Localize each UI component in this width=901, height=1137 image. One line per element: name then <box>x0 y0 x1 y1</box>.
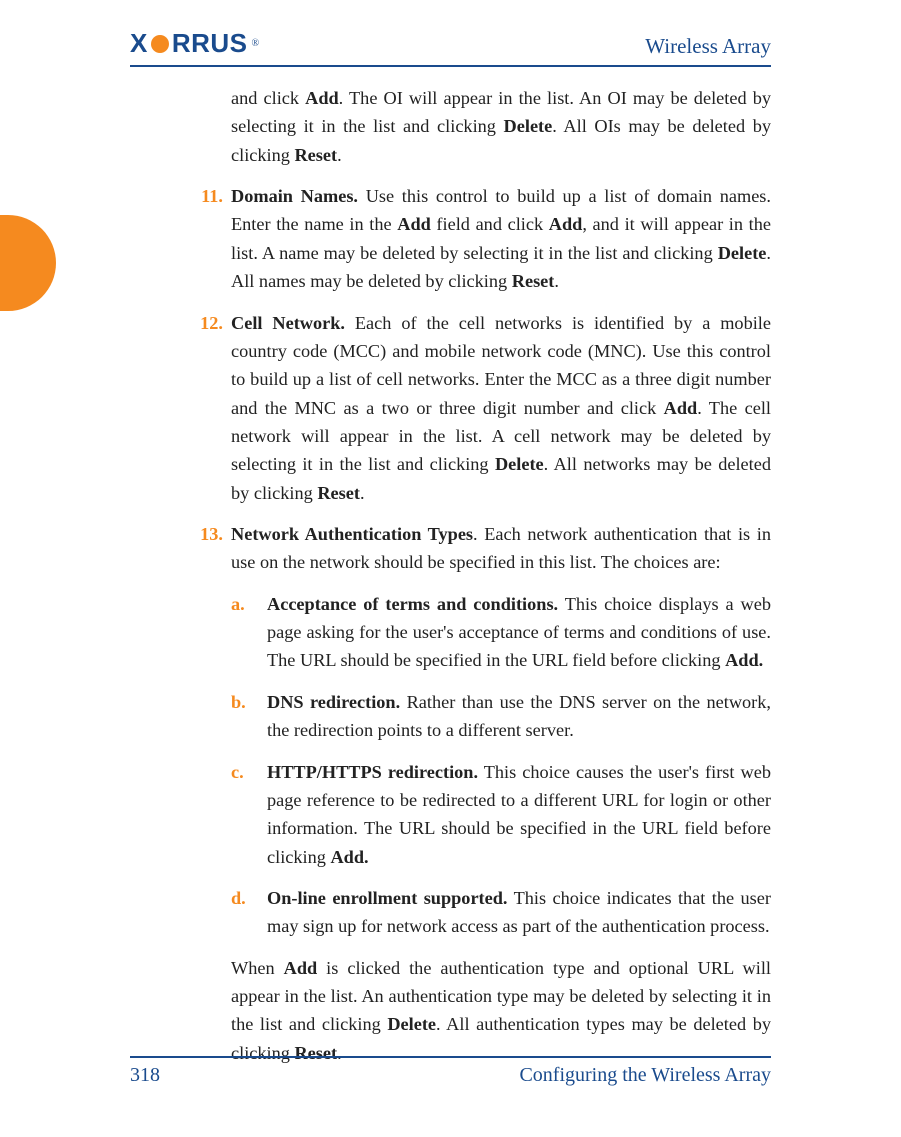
footer-section: Configuring the Wireless Array <box>519 1064 771 1087</box>
leading-paragraph: and click Add. The OI will appear in the… <box>231 84 771 169</box>
sub-item-letter: c. <box>231 758 267 871</box>
item-number: 13. <box>195 520 231 577</box>
brand-logo: X RRUS ® <box>130 28 259 59</box>
sub-list-item: d. On-line enrollment supported. This ch… <box>231 884 771 941</box>
item-body: Cell Network. Each of the cell networks … <box>231 309 771 508</box>
list-item: 13. Network Authentication Types. Each n… <box>195 520 771 577</box>
brand-suffix: RRUS <box>172 28 248 59</box>
sub-list-item: b. DNS redirection. Rather than use the … <box>231 688 771 745</box>
sub-item-letter: d. <box>231 884 267 941</box>
sub-item-body: Acceptance of terms and conditions. This… <box>267 590 771 675</box>
list-item: 11. Domain Names. Use this control to bu… <box>195 182 771 295</box>
item-number: 11. <box>195 182 231 295</box>
sub-item-body: HTTP/HTTPS redirection. This choice caus… <box>267 758 771 871</box>
page-header: X RRUS ® Wireless Array <box>130 28 771 67</box>
page-number: 318 <box>130 1064 160 1087</box>
item-number: 12. <box>195 309 231 508</box>
header-title: Wireless Array <box>645 34 771 59</box>
sub-item-letter: a. <box>231 590 267 675</box>
registered-icon: ® <box>252 38 260 49</box>
sub-list-item: a. Acceptance of terms and conditions. T… <box>231 590 771 675</box>
brand-dot-icon <box>151 35 169 53</box>
list-item: 12. Cell Network. Each of the cell netwo… <box>195 309 771 508</box>
brand-prefix: X <box>130 28 148 59</box>
sub-list-item: c. HTTP/HTTPS redirection. This choice c… <box>231 758 771 871</box>
page-footer: 318 Configuring the Wireless Array <box>130 1056 771 1087</box>
page-content: and click Add. The OI will appear in the… <box>195 84 771 1067</box>
sub-list: a. Acceptance of terms and conditions. T… <box>231 590 771 941</box>
item-body: Domain Names. Use this control to build … <box>231 182 771 295</box>
trailing-paragraph: When Add is clicked the authentication t… <box>231 954 771 1067</box>
item-body: Network Authentication Types. Each netwo… <box>231 520 771 577</box>
sub-item-body: On-line enrollment supported. This choic… <box>267 884 771 941</box>
section-tab-icon <box>0 215 56 311</box>
sub-item-body: DNS redirection. Rather than use the DNS… <box>267 688 771 745</box>
sub-item-letter: b. <box>231 688 267 745</box>
